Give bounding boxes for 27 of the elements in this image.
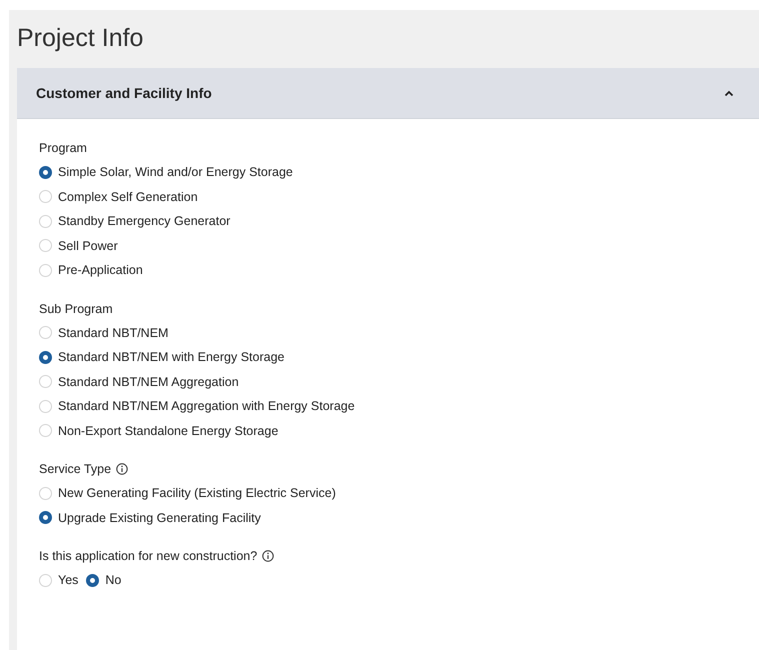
radio-option[interactable]: Standby Emergency Generator (39, 212, 230, 230)
radio-option[interactable]: No (86, 571, 122, 590)
radio-option[interactable]: New Generating Facility (Existing Electric Service) (39, 484, 336, 502)
radio-button[interactable] (86, 574, 100, 587)
radio-button[interactable] (39, 511, 52, 524)
radio-option[interactable]: Yes (39, 571, 78, 590)
radio-button[interactable] (39, 166, 52, 179)
radio-option[interactable]: Standard NBT/NEM Aggregation (39, 372, 239, 391)
field-label: Is this application for new construction? (39, 549, 258, 563)
radio-option[interactable]: Pre-Application (39, 261, 143, 280)
radio-option[interactable]: Standard NBT/NEM Aggregation with Energy Storage (39, 397, 355, 416)
field-label: Service Type (39, 462, 112, 476)
radio-option[interactable]: Standard NBT/NEM (39, 324, 168, 342)
field-label: Program (39, 141, 87, 155)
radio-option[interactable]: Complex Self Generation (39, 188, 198, 206)
radio-option[interactable]: Non-Export Standalone Energy Storage (39, 422, 278, 440)
field-label: Sub Program (39, 302, 113, 316)
radio-option[interactable]: Simple Solar, Wind and/or Energy Storage (39, 163, 293, 182)
radio-option[interactable]: Standard NBT/NEM with Energy Storage (39, 348, 284, 366)
radio-option[interactable]: Upgrade Existing Generating Facility (39, 508, 261, 527)
info-icon[interactable] (262, 550, 274, 562)
chevron-up-icon (724, 90, 734, 96)
panel-header[interactable]: Customer and Facility Info (17, 68, 759, 119)
radio-button[interactable] (39, 350, 52, 364)
radio-option[interactable]: Sell Power (39, 236, 118, 255)
info-icon[interactable] (116, 463, 128, 475)
page-title: Project Info (17, 24, 144, 53)
